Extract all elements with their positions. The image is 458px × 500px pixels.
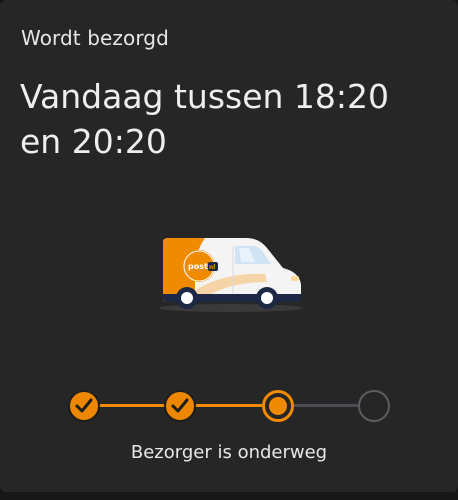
progress-step-4-pending — [358, 390, 390, 422]
svg-text:post: post — [188, 262, 208, 271]
delivery-progress — [0, 380, 458, 430]
progress-current-dot-icon — [269, 397, 287, 415]
delivery-time-window: Vandaag tussen 18:20 en 20:20 — [20, 77, 390, 161]
progress-step-3-current — [262, 390, 294, 422]
progress-caption: Bezorger is onderweg — [130, 442, 328, 463]
delivery-status-label: Wordt bezorgd — [21, 26, 169, 50]
svg-text:nl: nl — [209, 264, 215, 271]
delivery-card: Wordt bezorgd Vandaag tussen 18:20 en 20… — [0, 0, 458, 492]
progress-step-2-checkmark-icon — [164, 390, 196, 422]
progress-step-1-checkmark-icon — [68, 390, 100, 422]
delivery-van-icon: post nl — [159, 238, 303, 312]
